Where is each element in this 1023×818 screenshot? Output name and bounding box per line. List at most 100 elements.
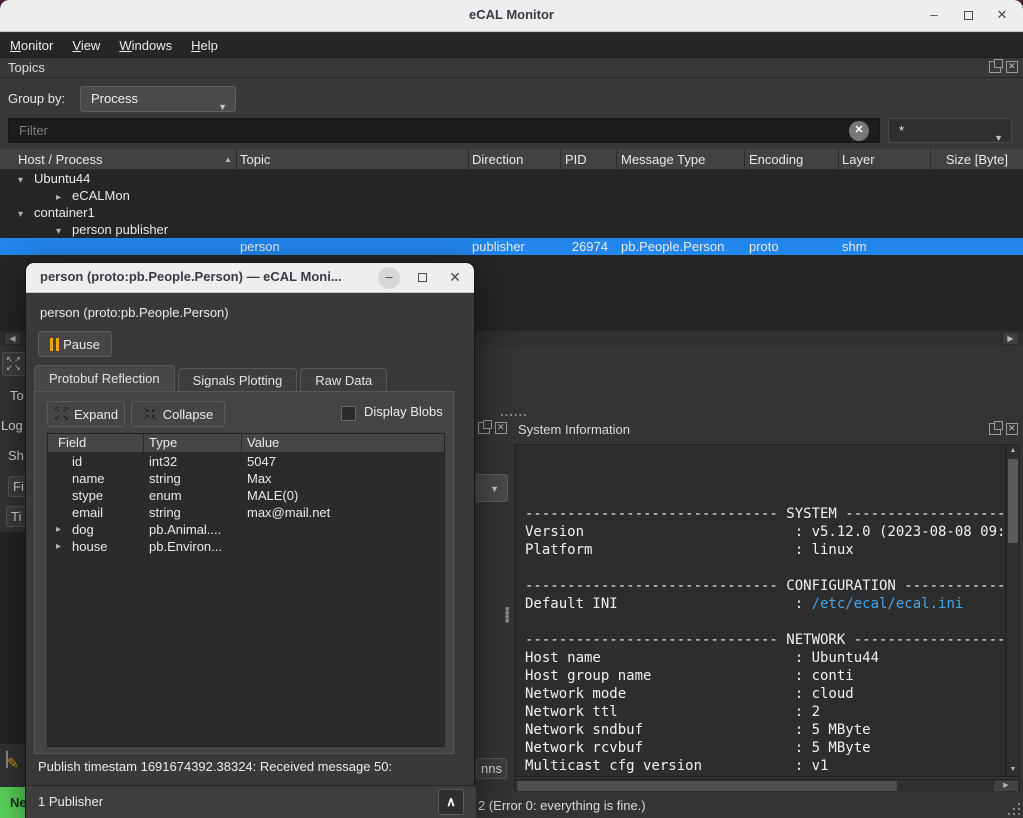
menu-item[interactable]: Monitor — [1, 35, 62, 56]
maximize-button[interactable] — [957, 5, 979, 27]
filter-column-combobox[interactable]: * ▼ — [888, 118, 1012, 143]
field-row[interactable]: ▸ house pb.Environ... — [48, 538, 444, 555]
main-titlebar: eCAL Monitor – ✕ — [0, 0, 1023, 32]
scroll-up-icon[interactable]: ▲ — [1007, 445, 1019, 457]
display-blobs-checkbox[interactable] — [341, 406, 356, 421]
tree-expander-icon[interactable]: ▸ — [56, 538, 61, 555]
table-row-group[interactable]: ▾Ubuntu44 — [0, 170, 1023, 187]
topics-panel-title: Topics — [8, 60, 45, 75]
chevron-down-icon: ▼ — [218, 95, 227, 119]
column-header-direction[interactable]: Direction — [472, 152, 523, 167]
scrollbar-thumb[interactable] — [517, 781, 897, 791]
window-title: eCAL Monitor — [0, 7, 1023, 22]
menu-item[interactable]: Windows — [110, 35, 181, 56]
expand-button-fragment[interactable]: ↖↗↙↘ — [2, 352, 26, 376]
tab-protobuf-reflection[interactable]: Protobuf Reflection — [34, 365, 175, 392]
dialog-close-button[interactable]: ✕ — [444, 267, 466, 289]
float-panel-icon[interactable] — [478, 422, 490, 434]
group-label: Ubuntu44 — [34, 171, 90, 186]
scroll-right-icon[interactable]: ▶ — [1002, 332, 1019, 345]
cell-pid: 26974 — [560, 238, 608, 255]
expand-icon: ↖↗↙↘ — [6, 356, 22, 372]
table-row-group[interactable]: ▾container1 — [0, 204, 1023, 221]
splitter-handle-vertical[interactable]: ■■■■ — [505, 608, 509, 624]
close-button[interactable]: ✕ — [991, 5, 1013, 27]
sysinfo-panel-title: System Information — [518, 422, 630, 437]
columns-button-fragment[interactable]: nns — [476, 758, 507, 779]
scroll-left-icon[interactable]: ◀ — [4, 332, 21, 345]
menu-item[interactable]: Help — [182, 35, 227, 56]
field-row[interactable]: email string max@mail.net — [48, 504, 444, 521]
dialog-minimize-button[interactable]: – — [378, 267, 400, 289]
group-label: eCALMon — [72, 188, 130, 203]
cell-value: Max — [247, 470, 272, 487]
cell-value: MALE(0) — [247, 487, 298, 504]
hidden-label-fragment: Log — [1, 418, 23, 433]
filter-input[interactable] — [8, 118, 880, 143]
group-label: person publisher — [72, 222, 168, 237]
sysinfo-value: : v5.12.0 (2023-08-08 09:15:0 — [795, 524, 1006, 540]
sysinfo-value: : 2 — [795, 704, 820, 720]
field-row[interactable]: id int32 5047 — [48, 453, 444, 470]
close-panel-icon[interactable] — [1006, 61, 1018, 73]
sysinfo-kv-line: Network mode: cloud — [525, 685, 1006, 703]
expand-publishers-button[interactable]: ∧ — [438, 789, 464, 815]
scroll-down-icon[interactable]: ▼ — [1007, 764, 1019, 776]
column-header-layer[interactable]: Layer — [842, 152, 875, 167]
tree-expander-icon[interactable]: ▸ — [56, 521, 61, 538]
cell-type: string — [149, 470, 181, 487]
tab-raw-data[interactable]: Raw Data — [300, 368, 387, 392]
field-row[interactable]: name string Max — [48, 470, 444, 487]
float-panel-icon[interactable] — [989, 423, 1001, 435]
table-row-group[interactable]: ▾person publisher — [0, 221, 1023, 238]
column-header-field[interactable]: Field — [58, 435, 86, 450]
column-header-type[interactable]: Type — [149, 435, 177, 450]
dialog-titlebar[interactable]: person (proto:pb.People.Person) — eCAL M… — [26, 263, 474, 293]
splitter-handle[interactable]: ...... — [500, 404, 528, 419]
close-panel-icon[interactable] — [1006, 423, 1018, 435]
sysinfo-key: Platform — [525, 541, 795, 559]
table-row-group[interactable]: ▸eCALMon — [0, 187, 1023, 204]
sysinfo-key: Network mode — [525, 685, 795, 703]
column-header-message-type[interactable]: Message Type — [621, 152, 705, 167]
sysinfo-key: Host name — [525, 649, 795, 667]
sysinfo-link[interactable]: /etc/ecal/ecal.ini — [812, 596, 964, 612]
clear-filter-icon[interactable]: ✕ — [849, 121, 869, 141]
field-row[interactable]: ▸ dog pb.Animal.... — [48, 521, 444, 538]
float-panel-icon[interactable] — [989, 61, 1001, 73]
column-header-value[interactable]: Value — [247, 435, 279, 450]
hidden-button-fragment[interactable]: Ti — [6, 506, 26, 527]
column-header-encoding[interactable]: Encoding — [749, 152, 803, 167]
column-header-size[interactable]: Size [Byte] — [930, 152, 1008, 167]
field-row[interactable]: stype enum MALE(0) — [48, 487, 444, 504]
expand-button[interactable]: ↖↗↙↘ Expand — [47, 401, 125, 427]
sysinfo-key: Version — [525, 523, 795, 541]
display-blobs-label: Display Blobs — [364, 404, 443, 419]
column-header-topic[interactable]: Topic — [240, 152, 270, 167]
sysinfo-panel-header: System Information — [508, 420, 1023, 440]
main-window: eCAL Monitor – ✕ MonitorViewWindowsHelp … — [0, 0, 1023, 818]
groupby-combobox[interactable]: Process ▼ — [80, 86, 236, 112]
edit-log-icon[interactable] — [6, 752, 8, 767]
column-header-host-process[interactable]: Host / Process — [18, 152, 103, 167]
sysinfo-kv-line: Network sndbuf: 5 MByte — [525, 721, 1006, 739]
table-row-topic[interactable]: person publisher 26974 pb.People.Person … — [0, 238, 1023, 255]
column-header-pid[interactable]: PID — [565, 152, 587, 167]
collapse-button[interactable]: ↘↙↗↖ Collapse — [131, 401, 225, 427]
close-panel-icon[interactable] — [495, 422, 507, 434]
publisher-count-label: 1 Publisher — [38, 794, 103, 809]
dialog-maximize-button[interactable] — [411, 267, 433, 289]
scrollbar-thumb[interactable] — [1008, 459, 1018, 543]
tab-signals-plotting[interactable]: Signals Plotting — [178, 368, 298, 392]
menu-item[interactable]: View — [63, 35, 109, 56]
sysinfo-horizontal-scrollbar[interactable]: ▶ — [514, 779, 1020, 793]
hidden-combobox-fragment[interactable]: ▼ — [474, 474, 508, 502]
hidden-tab-fragment[interactable]: To — [10, 388, 24, 403]
sysinfo-vertical-scrollbar[interactable]: ▲ ▼ — [1006, 444, 1020, 777]
resize-grip[interactable] — [1006, 801, 1020, 815]
cell-type: enum — [149, 487, 182, 504]
scroll-right-icon[interactable]: ▶ — [994, 781, 1018, 791]
minimize-button[interactable]: – — [923, 5, 945, 27]
sysinfo-key: Default INI — [525, 595, 795, 613]
pause-button[interactable]: Pause — [38, 331, 112, 357]
